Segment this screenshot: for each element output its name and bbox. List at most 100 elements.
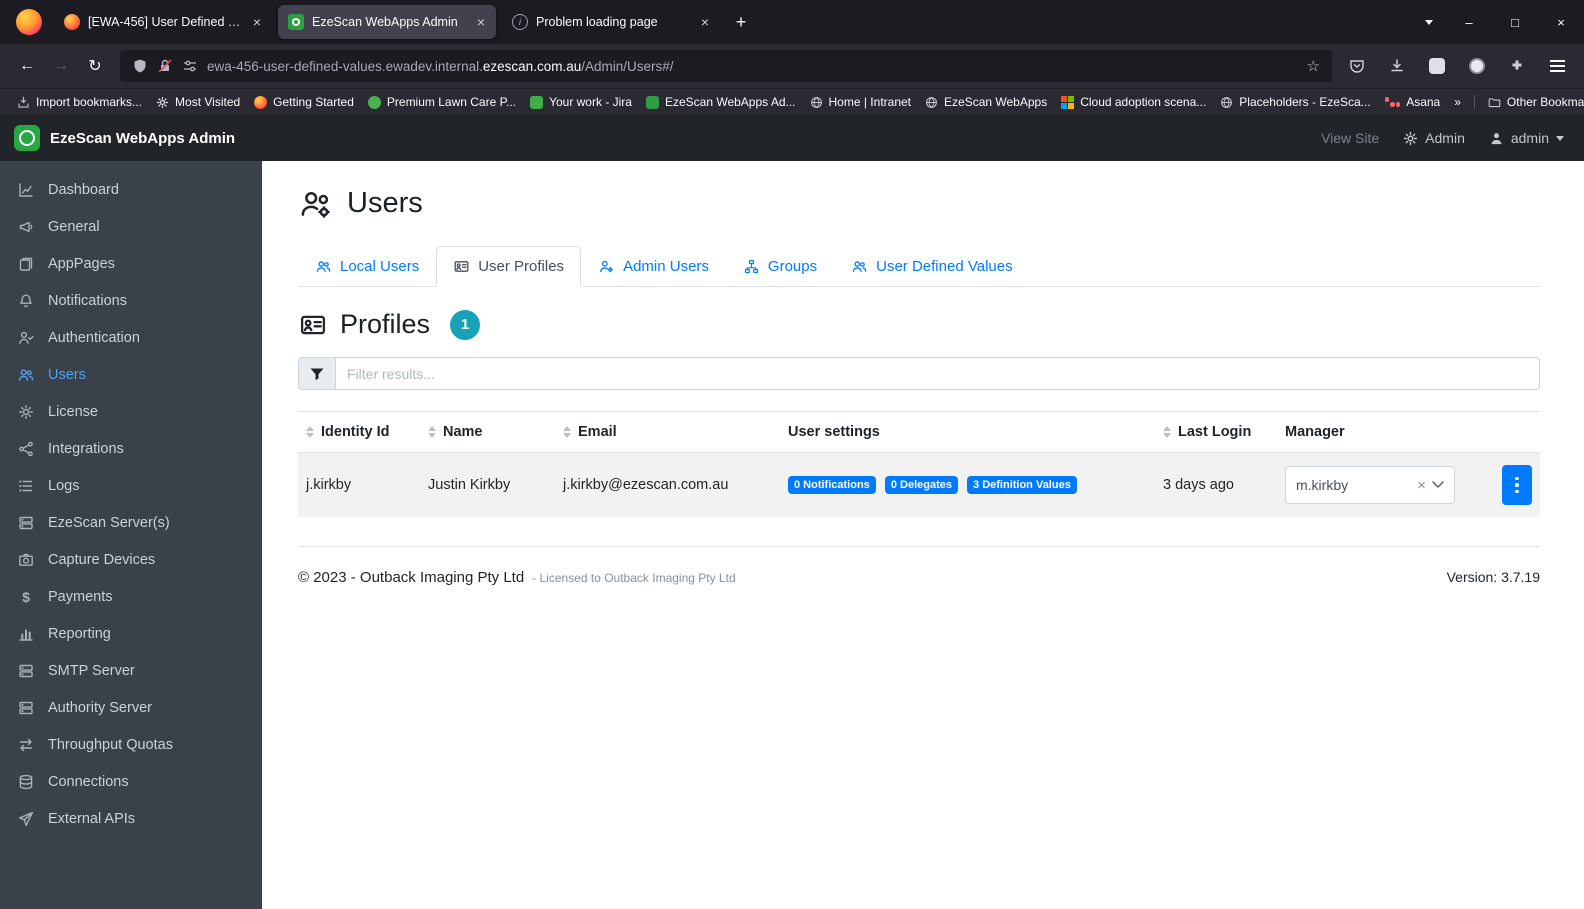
sidebar-item-ezescan-servers[interactable]: EzeScan Server(s) [0,504,262,541]
sort-icon[interactable] [306,426,314,438]
maximize-button[interactable]: □ [1492,0,1538,44]
browser-tab-2-active[interactable]: EzeScan WebApps Admin × [278,5,496,39]
permissions-icon[interactable] [182,58,198,74]
col-identity-id[interactable]: Identity Id [298,412,420,453]
url-bar[interactable]: ewa-456-user-defined-values.ewadev.inter… [120,50,1332,82]
table-header-row: Identity Id Name Email User settings Las… [298,412,1540,453]
url-text[interactable]: ewa-456-user-defined-values.ewadev.inter… [207,59,674,74]
bookmark-ezescan-admin[interactable]: EzeScan WebApps Ad... [639,92,803,112]
sort-icon[interactable] [1163,426,1171,438]
extensions-puzzle-icon[interactable] [1500,49,1534,83]
sidebar-item-license[interactable]: License [0,393,262,430]
bookmark-import[interactable]: Import bookmarks... [10,92,149,112]
bookmark-ezescan-webapps[interactable]: EzeScan WebApps [918,92,1054,112]
sidebar-item-apppages[interactable]: AppPages [0,245,262,282]
cell-last-login: 3 days ago [1155,453,1277,518]
bookmark-cloud-adoption[interactable]: Cloud adoption scena... [1054,92,1213,112]
reload-button[interactable]: ↻ [78,49,112,83]
filter-group [298,357,1540,390]
sitemap-icon [743,259,760,274]
id-card-icon [298,312,328,338]
account-profile-icon[interactable] [1460,49,1494,83]
sidebar-item-notifications[interactable]: Notifications [0,282,262,319]
sidebar-item-authority-server[interactable]: Authority Server [0,689,262,726]
bookmark-most-visited[interactable]: Most Visited [149,92,247,112]
sort-icon[interactable] [563,426,571,438]
sidebar-item-external-apis[interactable]: External APIs [0,800,262,837]
pocket-icon[interactable] [1340,49,1374,83]
close-tab-icon[interactable]: × [250,14,264,30]
sidebar-item-general[interactable]: General [0,208,262,245]
admin-link[interactable]: Admin [1403,130,1465,146]
sidebar-item-dashboard[interactable]: Dashboard [0,171,262,208]
profiles-section-heading: Profiles 1 [298,309,1540,340]
forward-button[interactable]: → [44,49,78,83]
tab-user-defined-values[interactable]: User Defined Values [834,246,1029,287]
sidebar-item-throughput-quotas[interactable]: Throughput Quotas [0,726,262,763]
close-tab-icon[interactable]: × [698,14,712,30]
clear-selection-icon[interactable]: × [1417,477,1426,494]
view-site-link[interactable]: View Site [1321,130,1379,146]
filter-funnel-button[interactable] [298,357,335,390]
insecure-lock-icon[interactable] [157,58,173,74]
sidebar-item-logs[interactable]: Logs [0,467,262,504]
separator [1474,95,1475,109]
filter-input[interactable] [335,357,1540,390]
bookmark-star-icon[interactable]: ☆ [1307,57,1320,75]
row-actions-button[interactable] [1502,465,1532,505]
sidebar-item-connections[interactable]: Connections [0,763,262,800]
bookmark-asana[interactable]: Asana [1378,92,1448,112]
tab-user-profiles[interactable]: User Profiles [436,246,581,287]
sidebar-item-users[interactable]: Users [0,356,262,393]
chevron-down-icon[interactable] [1432,481,1444,489]
bookmark-premium-lawn[interactable]: Premium Lawn Care P... [361,92,523,112]
other-bookmarks-button[interactable]: Other Bookmarks [1481,92,1584,112]
downloads-icon[interactable] [1380,49,1414,83]
cell-actions [1484,453,1540,518]
manager-select[interactable]: m.kirkby × [1285,466,1455,504]
sidebar-item-reporting[interactable]: Reporting [0,615,262,652]
tab-groups[interactable]: Groups [726,246,834,287]
firefox-icon[interactable] [16,9,42,35]
bookmark-jira[interactable]: Your work - Jira [523,92,639,112]
tab-list-chevron-icon[interactable] [1412,5,1446,39]
user-menu[interactable]: admin [1489,130,1564,146]
paper-plane-icon [18,811,34,827]
table-bottom-divider [298,517,1540,547]
browser-tab-1[interactable]: [EWA-456] User Defined values × [54,5,272,39]
browser-tab-3[interactable]: Problem loading page × [502,5,720,39]
back-button[interactable]: ← [10,49,44,83]
pages-icon [18,256,34,272]
col-email[interactable]: Email [555,412,780,453]
id-card-icon [453,259,470,274]
tab-admin-users[interactable]: Admin Users [581,246,726,287]
bookmark-placeholders[interactable]: Placeholders - EzeSca... [1213,92,1377,112]
sidebar-item-integrations[interactable]: Integrations [0,430,262,467]
extension-icon-1[interactable] [1420,49,1454,83]
new-tab-button[interactable]: + [726,7,756,37]
bookmark-home-intranet[interactable]: Home | Intranet [803,92,919,112]
notifications-badge[interactable]: 0 Notifications [788,476,876,494]
user-check-icon [18,330,34,346]
sidebar-item-payments[interactable]: $ Payments [0,578,262,615]
close-window-button[interactable]: × [1538,0,1584,44]
tracking-shield-icon[interactable] [132,58,148,74]
person-icon [1489,131,1504,146]
bookmarks-overflow-chevron[interactable]: » [1447,92,1468,112]
definition-values-badge[interactable]: 3 Definition Values [967,476,1077,494]
menu-hamburger-icon[interactable] [1540,49,1574,83]
col-last-login[interactable]: Last Login [1155,412,1277,453]
chevron-down-icon [1556,136,1564,141]
bookmark-getting-started[interactable]: Getting Started [247,92,361,112]
tab-local-users[interactable]: Local Users [298,246,436,287]
sidebar-item-capture-devices[interactable]: Capture Devices [0,541,262,578]
delegates-badge[interactable]: 0 Delegates [885,476,958,494]
close-tab-icon[interactable]: × [474,14,488,30]
sort-icon[interactable] [428,426,436,438]
sidebar-item-authentication[interactable]: Authentication [0,319,262,356]
sidebar-item-smtp-server[interactable]: SMTP Server [0,652,262,689]
brand[interactable]: EzeScan WebApps Admin [0,125,262,151]
col-name[interactable]: Name [420,412,555,453]
minimize-button[interactable]: – [1446,0,1492,44]
gear-icon [1403,131,1418,146]
